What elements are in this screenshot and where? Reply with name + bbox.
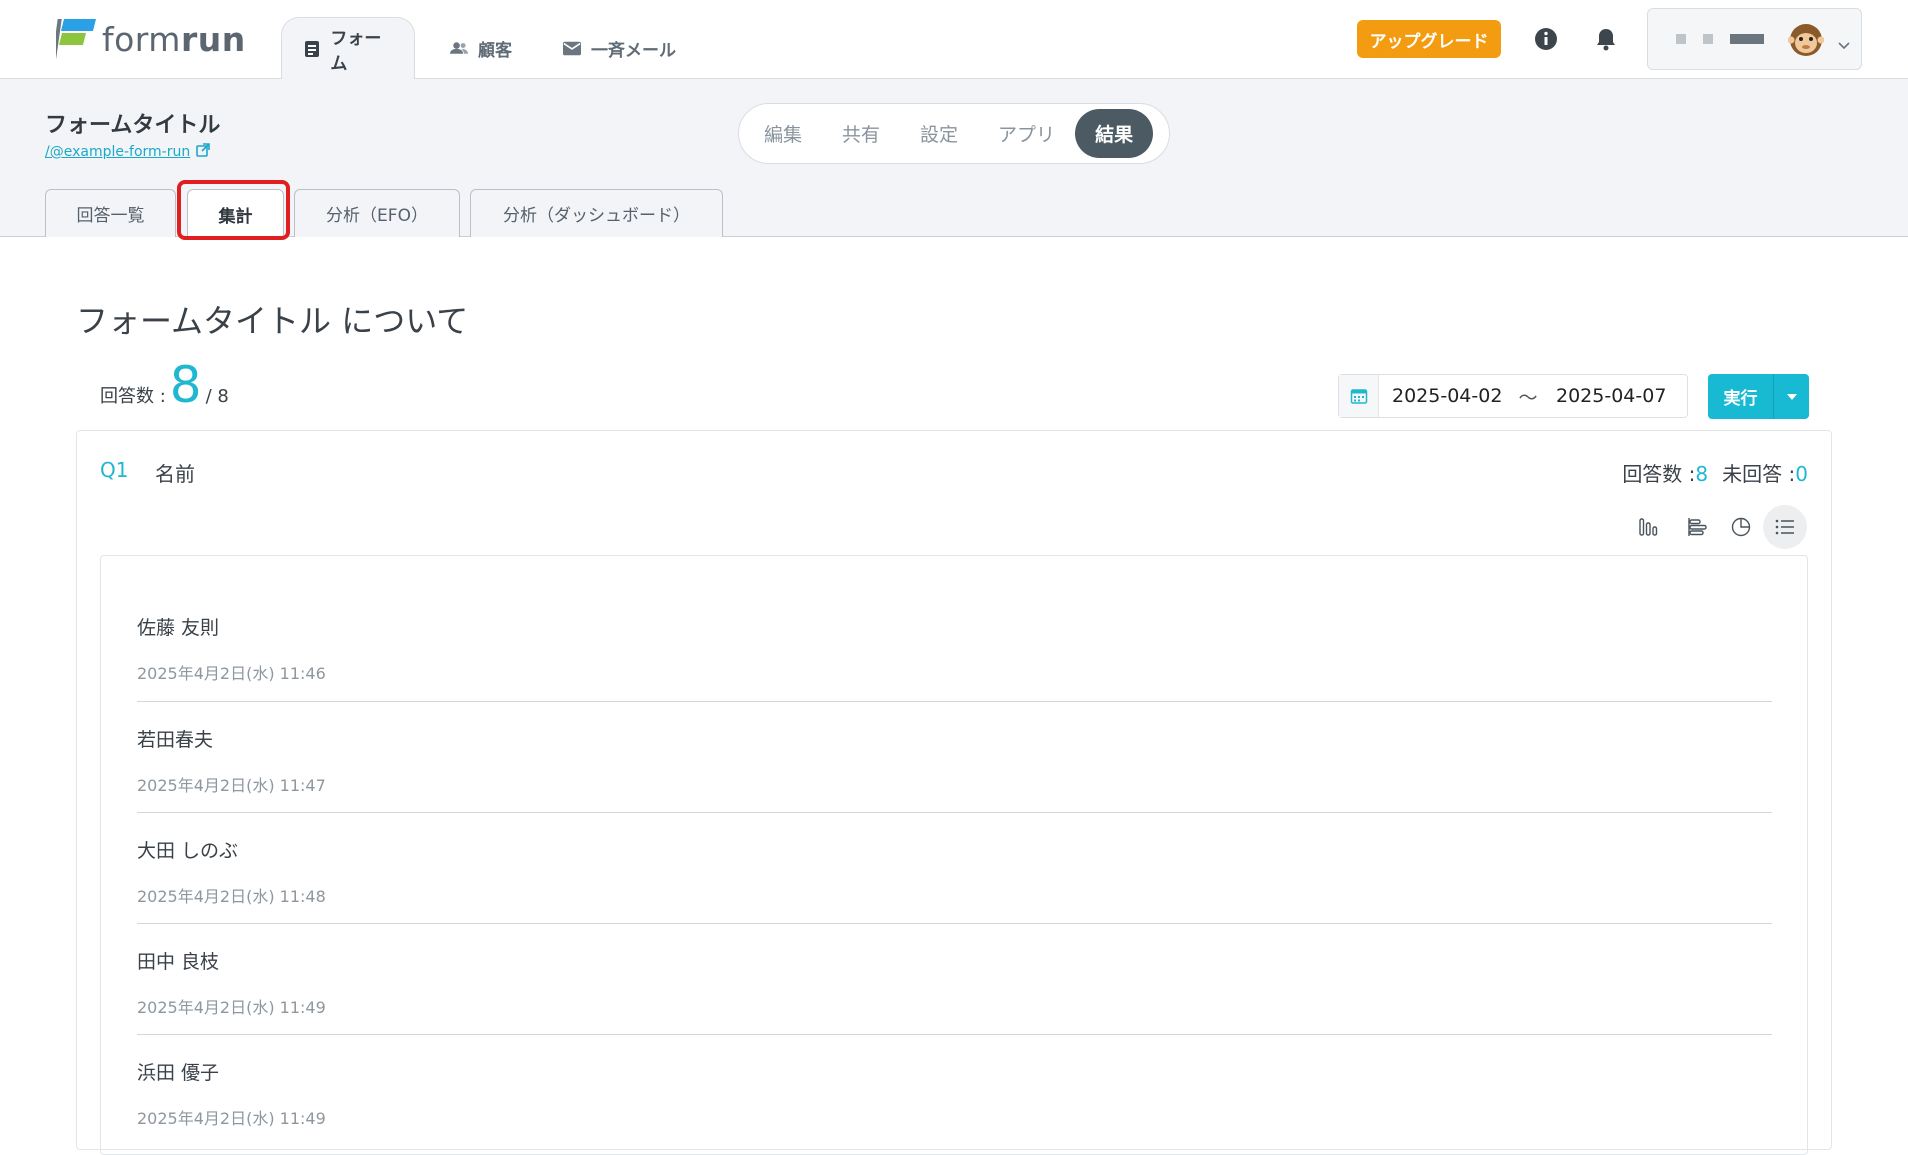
- upgrade-button[interactable]: アップグレード: [1357, 20, 1501, 58]
- form-icon: [304, 40, 320, 58]
- segment-share[interactable]: 共有: [822, 109, 900, 158]
- segment-results[interactable]: 結果: [1075, 109, 1154, 158]
- account-name-redacted-3: [1730, 34, 1764, 44]
- answer-name: 若田春夫: [137, 729, 214, 751]
- external-link-icon: [196, 143, 211, 161]
- list-item: 若田春夫 2025年4月2日(水) 11:47: [137, 702, 1772, 813]
- answered-value: 8: [1695, 462, 1709, 486]
- page-heading: フォームタイトル について: [76, 302, 469, 340]
- account-menu[interactable]: [1647, 8, 1862, 70]
- chevron-down-icon: [1838, 35, 1850, 54]
- date-separator: 〜: [1518, 386, 1538, 409]
- nav-tab-bulk-mail[interactable]: 一斉メール: [541, 17, 698, 79]
- question-number: Q1: [100, 458, 129, 482]
- nav-tab-form[interactable]: フォーム: [281, 17, 415, 79]
- avatar: [1787, 22, 1825, 62]
- response-count-value: 8: [169, 356, 202, 414]
- run-dropdown-caret-icon[interactable]: [1774, 374, 1809, 419]
- run-button-group: 実行: [1708, 374, 1809, 419]
- date-to-input[interactable]: 2025-04-07: [1543, 385, 1677, 407]
- response-count-total: / 8: [205, 386, 229, 407]
- bell-icon[interactable]: [1591, 24, 1621, 54]
- top-bar: formrun フォーム 顧客 一斉メール アップグレード: [0, 0, 1908, 79]
- logo-wordmark: formrun: [102, 19, 246, 59]
- mail-icon: [563, 39, 581, 57]
- nav-tab-bulk-mail-label: 一斉メール: [591, 40, 676, 61]
- answer-name: 田中 良枝: [137, 951, 220, 973]
- calendar-icon[interactable]: [1339, 375, 1379, 417]
- horizontal-bar-view-icon[interactable]: [1676, 505, 1720, 549]
- list-item: 佐藤 友則 2025年4月2日(水) 11:46: [137, 556, 1772, 702]
- bar-chart-view-icon[interactable]: [1628, 505, 1672, 549]
- account-name-redacted-2: [1703, 34, 1713, 44]
- unanswered-label: 未回答 :: [1722, 462, 1796, 486]
- flag-logo-icon: [52, 17, 98, 61]
- answer-name: 大田 しのぶ: [137, 840, 239, 862]
- formrun-logo[interactable]: formrun: [52, 17, 246, 61]
- list-view-icon[interactable]: [1763, 505, 1807, 549]
- tab-responses[interactable]: 回答一覧: [45, 189, 176, 237]
- info-icon[interactable]: [1531, 24, 1561, 54]
- run-button[interactable]: 実行: [1708, 374, 1774, 419]
- response-count-label: 回答数 :: [100, 386, 166, 407]
- nav-tab-customers[interactable]: 顧客: [428, 17, 534, 79]
- list-item: 田中 良枝 2025年4月2日(水) 11:49: [137, 924, 1772, 1035]
- users-icon: [450, 39, 468, 57]
- unanswered-value: 0: [1795, 462, 1808, 486]
- answer-name: 浜田 優子: [137, 1062, 220, 1084]
- segment-edit[interactable]: 編集: [744, 109, 822, 158]
- unanswered-count: 未回答 :0: [1722, 458, 1808, 487]
- date-from-input[interactable]: 2025-04-02: [1379, 385, 1513, 407]
- question-title: 名前: [155, 462, 195, 486]
- response-count: 回答数 : 8 / 8: [100, 360, 229, 410]
- form-mode-switch: 編集 共有 設定 アプリ 結果: [738, 103, 1170, 164]
- nav-tab-customers-label: 顧客: [478, 40, 512, 61]
- answer-time: 2025年4月2日(水) 11:49: [137, 998, 326, 1017]
- tab-analysis-dashboard[interactable]: 分析（ダッシュボード）: [470, 189, 723, 237]
- form-title: フォームタイトル: [45, 113, 221, 138]
- segment-settings[interactable]: 設定: [900, 109, 978, 158]
- segment-apps[interactable]: アプリ: [978, 109, 1075, 158]
- date-range-picker: 2025-04-02 〜 2025-04-07: [1338, 374, 1688, 418]
- answer-time: 2025年4月2日(水) 11:47: [137, 776, 326, 795]
- account-name-redacted: [1676, 34, 1686, 44]
- list-item: 浜田 優子 2025年4月2日(水) 11:49: [137, 1035, 1772, 1155]
- answered-count: 回答数 :8: [1622, 458, 1708, 487]
- tab-analysis-efo[interactable]: 分析（EFO）: [294, 189, 460, 237]
- pie-chart-view-icon[interactable]: [1719, 505, 1763, 549]
- answer-time: 2025年4月2日(水) 11:46: [137, 664, 326, 683]
- highlight-box: [177, 180, 290, 240]
- answer-time: 2025年4月2日(水) 11:48: [137, 887, 326, 906]
- answer-time: 2025年4月2日(水) 11:49: [137, 1109, 326, 1128]
- question-stats: 回答数 :8 未回答 :0: [1622, 458, 1808, 487]
- answer-name: 佐藤 友則: [137, 617, 220, 639]
- form-url-text: /@example-form-run: [45, 144, 191, 160]
- answer-list: 佐藤 友則 2025年4月2日(水) 11:46 若田春夫 2025年4月2日(…: [100, 555, 1808, 1155]
- nav-tab-form-label: フォーム: [330, 28, 382, 74]
- form-url-link[interactable]: /@example-form-run: [45, 143, 211, 161]
- answered-label: 回答数 :: [1622, 462, 1696, 486]
- list-item: 大田 しのぶ 2025年4月2日(水) 11:48: [137, 813, 1772, 924]
